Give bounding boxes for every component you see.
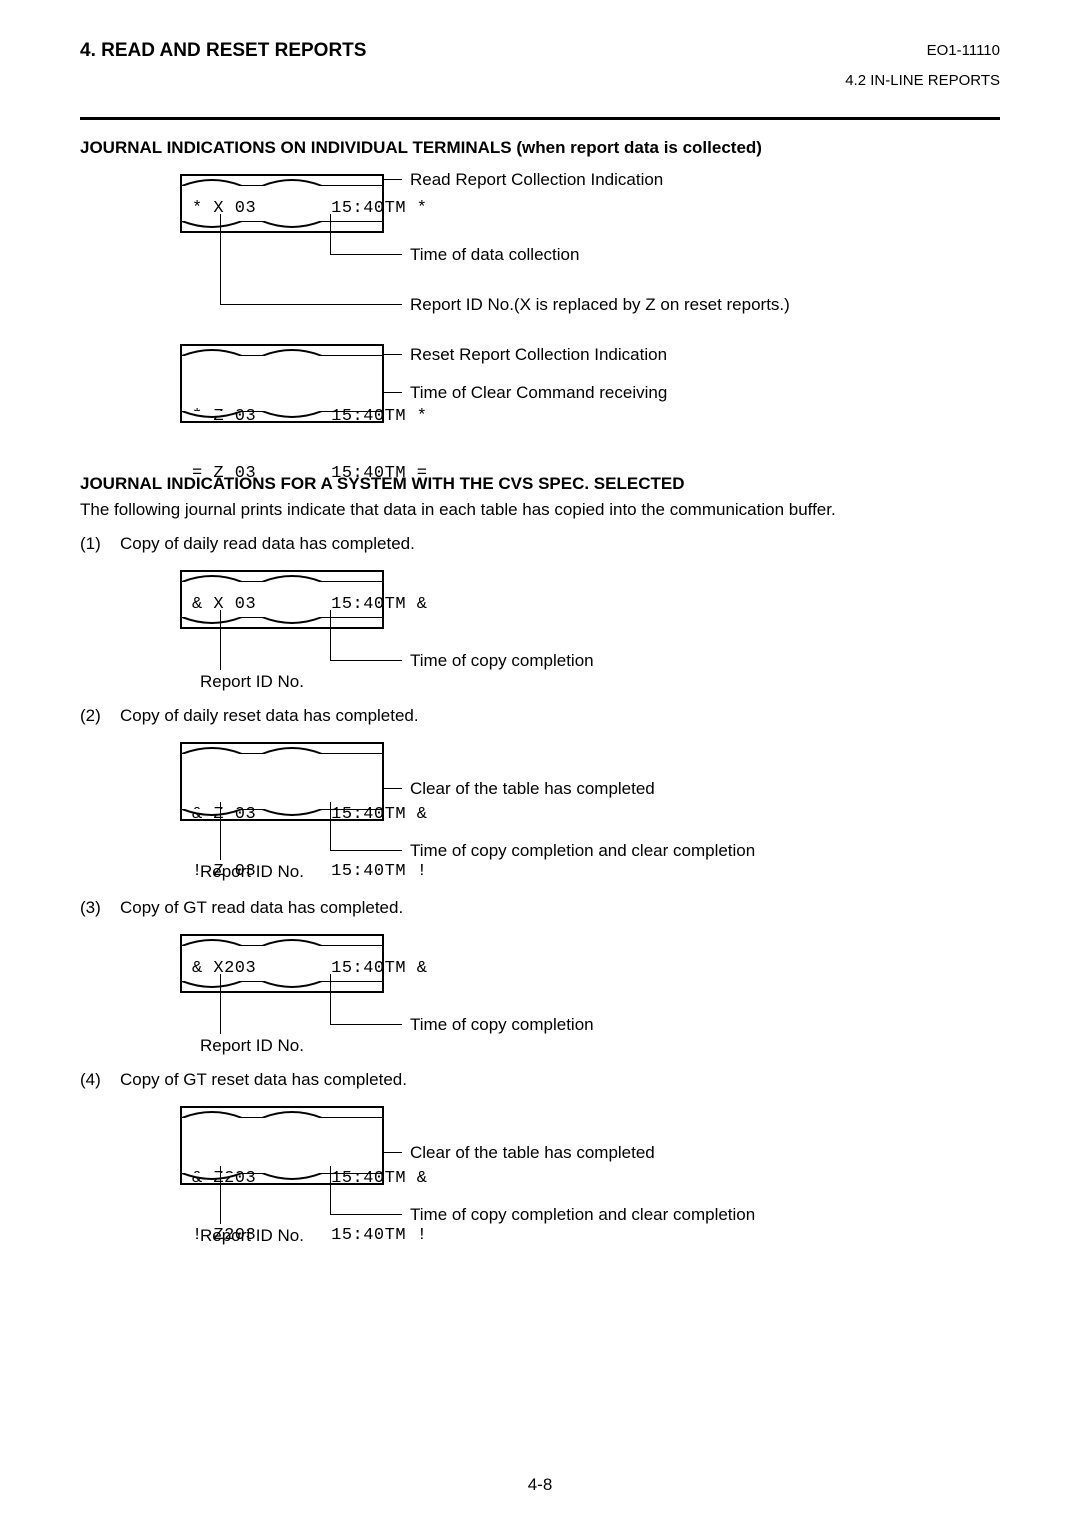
list-item: (4) Copy of GT reset data has completed. [80, 1070, 1000, 1090]
list-num: (3) [80, 898, 120, 918]
leader-line [330, 1214, 402, 1215]
leader-line [330, 1166, 331, 1214]
list-text: Copy of daily read data has completed. [120, 534, 415, 554]
receipt-read: * X 03 15:40TM * [180, 174, 384, 233]
lbl-time: Time of data collection [410, 245, 579, 265]
receipt-reset: * Z 03 15:40TM * = Z 03 15:40TM = [180, 344, 384, 423]
list-num: (2) [80, 706, 120, 726]
leader-line [382, 788, 402, 789]
header-rule [80, 117, 1000, 120]
leader-line [330, 254, 402, 255]
lbl-report-id: Report ID No. [200, 672, 304, 692]
receipt-line: & X 03 15:40TM & [182, 572, 382, 626]
leader-line [382, 179, 402, 180]
leader-line [382, 392, 402, 393]
leader-line [382, 354, 402, 355]
list-text: Copy of daily reset data has completed. [120, 706, 419, 726]
leader-line [330, 974, 331, 1024]
list-num: (4) [80, 1070, 120, 1090]
receipt-read-line: * X 03 15:40TM * [182, 176, 382, 230]
lbl-copy-time: Time of copy completion [410, 651, 594, 671]
leader-line [220, 610, 221, 670]
header-left: 4. READ AND RESET REPORTS [80, 40, 1000, 62]
sec1-title: JOURNAL INDICATIONS ON INDIVIDUAL TERMIN… [80, 138, 1000, 158]
receipt-cvs-2: & Z 03 15:40TM & ! Z 03 15:40TM ! [180, 742, 384, 821]
receipt-line: & Z203 15:40TM & [192, 1169, 372, 1188]
receipt-reset-line2: = Z 03 15:40TM = [192, 464, 372, 483]
receipt-line: & X203 15:40TM & [182, 936, 382, 990]
receipt-line: & Z 03 15:40TM & [192, 805, 372, 824]
leader-line [330, 1024, 402, 1025]
list-num: (1) [80, 534, 120, 554]
lbl-report-id: Report ID No. [200, 862, 304, 882]
receipt-cvs-4: & Z203 15:40TM & ! Z203 15:40TM ! [180, 1106, 384, 1185]
header-right: EO1-11110 [927, 42, 1000, 59]
lbl-clear: Time of Clear Command receiving [410, 383, 667, 403]
lbl-clear-done: Clear of the table has completed [410, 779, 655, 799]
leader-line [330, 214, 331, 254]
leader-line [330, 660, 402, 661]
header-sub: 4.2 IN-LINE REPORTS [845, 72, 1000, 89]
leader-line [382, 1152, 402, 1153]
leader-line [220, 304, 402, 305]
lbl-read: Read Report Collection Indication [410, 170, 663, 190]
leader-line [220, 974, 221, 1034]
leader-line [220, 1166, 221, 1224]
list-item: (2) Copy of daily reset data has complet… [80, 706, 1000, 726]
lbl-copy-time: Time of copy completion and clear comple… [410, 841, 755, 861]
leader-line [220, 214, 221, 304]
lbl-copy-time: Time of copy completion and clear comple… [410, 1205, 755, 1225]
receipt-cvs-1: & X 03 15:40TM & [180, 570, 384, 629]
lbl-reset: Reset Report Collection Indication [410, 345, 667, 365]
leader-line [330, 802, 331, 850]
receipt-reset-line1: * Z 03 15:40TM * [192, 407, 372, 426]
list-text: Copy of GT reset data has completed. [120, 1070, 407, 1090]
leader-line [330, 850, 402, 851]
leader-line [330, 610, 331, 660]
receipt-cvs-3: & X203 15:40TM & [180, 934, 384, 993]
lbl-report-id: Report ID No. [200, 1226, 304, 1246]
lbl-copy-time: Time of copy completion [410, 1015, 594, 1035]
list-item: (1) Copy of daily read data has complete… [80, 534, 1000, 554]
lbl-clear-done: Clear of the table has completed [410, 1143, 655, 1163]
page-number: 4-8 [528, 1475, 553, 1495]
leader-line [220, 802, 221, 860]
lbl-report-id: Report ID No. [200, 1036, 304, 1056]
lbl-id: Report ID No.(X is replaced by Z on rese… [410, 295, 790, 315]
